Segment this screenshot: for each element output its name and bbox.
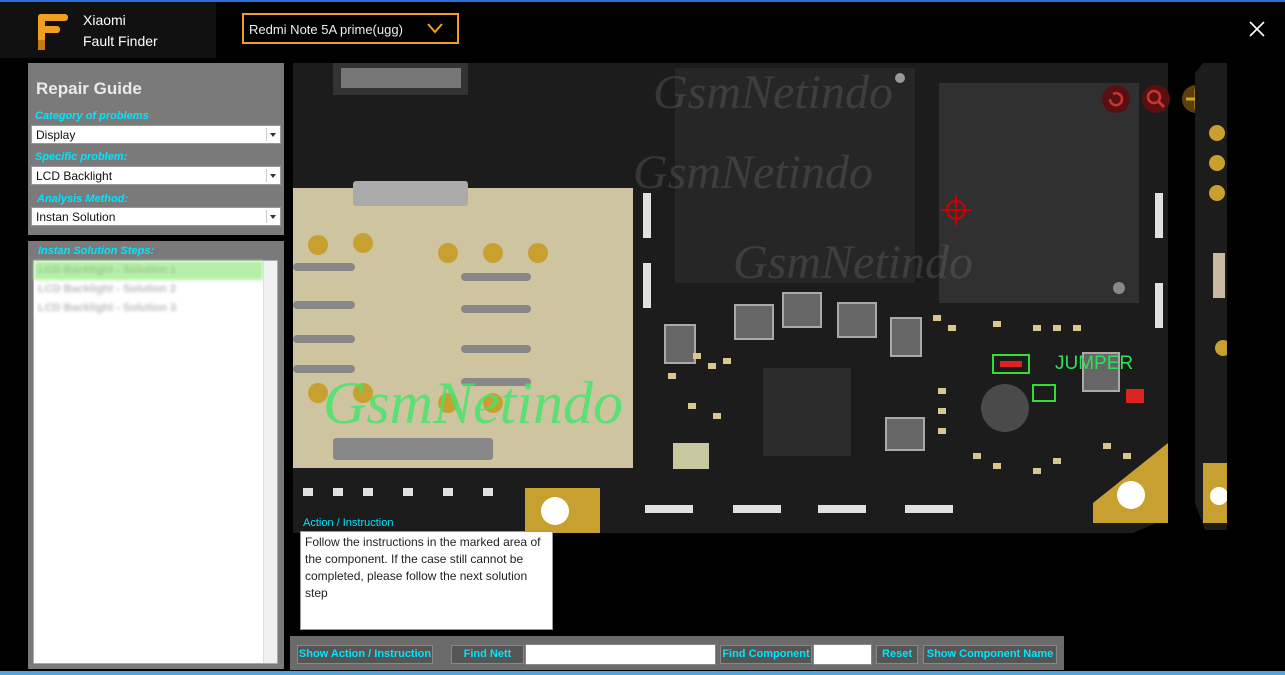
- analysis-method-value: Instan Solution: [36, 210, 116, 224]
- list-item[interactable]: LCD Backlight - Solution 3: [34, 299, 263, 318]
- watermark-text: GsmNetindo: [653, 66, 893, 119]
- find-component-button[interactable]: Find Component: [720, 645, 812, 664]
- app-logo-icon: [38, 14, 68, 50]
- solution-steps-label: Instan Solution Steps:: [38, 245, 155, 257]
- jumper-label: JUMPER: [1055, 353, 1133, 374]
- repair-guide-panel: Repair Guide Category of problems Displa…: [28, 63, 284, 235]
- app-name-line2: Fault Finder: [83, 33, 158, 49]
- action-label: Action / Instruction: [303, 517, 394, 529]
- device-selector[interactable]: Redmi Note 5A prime(ugg): [242, 13, 459, 44]
- analysis-method-select[interactable]: Instan Solution: [31, 207, 281, 226]
- close-icon[interactable]: [1249, 21, 1265, 37]
- solution-steps-list[interactable]: LCD Backlight - Solution 1 LCD Backlight…: [33, 260, 278, 664]
- reset-button[interactable]: Reset: [876, 645, 918, 664]
- watermark-text: GsmNetindo: [733, 236, 973, 289]
- list-item[interactable]: LCD Backlight - Solution 2: [34, 280, 263, 299]
- brand-area: Xiaomi Fault Finder: [0, 2, 216, 58]
- watermark-text: GsmNetindo: [633, 146, 873, 199]
- device-selector-value: Redmi Note 5A prime(ugg): [249, 22, 403, 37]
- dropdown-arrow-icon: [266, 169, 278, 182]
- rotate-icon[interactable]: [1100, 83, 1132, 115]
- scrollbar[interactable]: [263, 261, 277, 663]
- specific-problem-select[interactable]: LCD Backlight: [31, 166, 281, 185]
- specific-problem-label: Specific problem:: [35, 151, 128, 163]
- zoom-icon[interactable]: [1140, 83, 1172, 115]
- dropdown-arrow-icon: [266, 128, 278, 141]
- find-nett-input[interactable]: [525, 644, 716, 665]
- find-component-input[interactable]: [813, 644, 872, 665]
- repair-guide-title: Repair Guide: [36, 79, 142, 98]
- show-component-name-button[interactable]: Show Component Name: [923, 645, 1057, 664]
- pcb-board-view-secondary: [1195, 63, 1227, 530]
- taskbar-strip: [0, 671, 1285, 675]
- watermark-text: GsmNetindo: [323, 370, 623, 436]
- app-window: Xiaomi Fault Finder Redmi Note 5A prime(…: [0, 0, 1285, 675]
- action-instruction-box: Follow the instructions in the marked ar…: [300, 531, 553, 630]
- category-label: Category of problems: [35, 110, 149, 122]
- category-select[interactable]: Display: [31, 125, 281, 144]
- find-nett-button[interactable]: Find Nett: [451, 645, 524, 664]
- chevron-down-icon: [427, 23, 443, 34]
- analysis-method-label: Analysis Method:: [37, 193, 129, 205]
- show-action-button[interactable]: Show Action / Instruction: [297, 645, 433, 664]
- pcb-board-view[interactable]: JUMPER GsmNetindo GsmNetindo GsmNetindo …: [293, 63, 1168, 533]
- dropdown-arrow-icon: [266, 210, 278, 223]
- app-name-line1: Xiaomi: [83, 12, 126, 28]
- list-item[interactable]: LCD Backlight - Solution 1: [34, 261, 263, 280]
- solution-steps-panel: Instan Solution Steps: LCD Backlight - S…: [28, 241, 284, 669]
- category-value: Display: [36, 128, 76, 142]
- specific-problem-value: LCD Backlight: [36, 169, 113, 183]
